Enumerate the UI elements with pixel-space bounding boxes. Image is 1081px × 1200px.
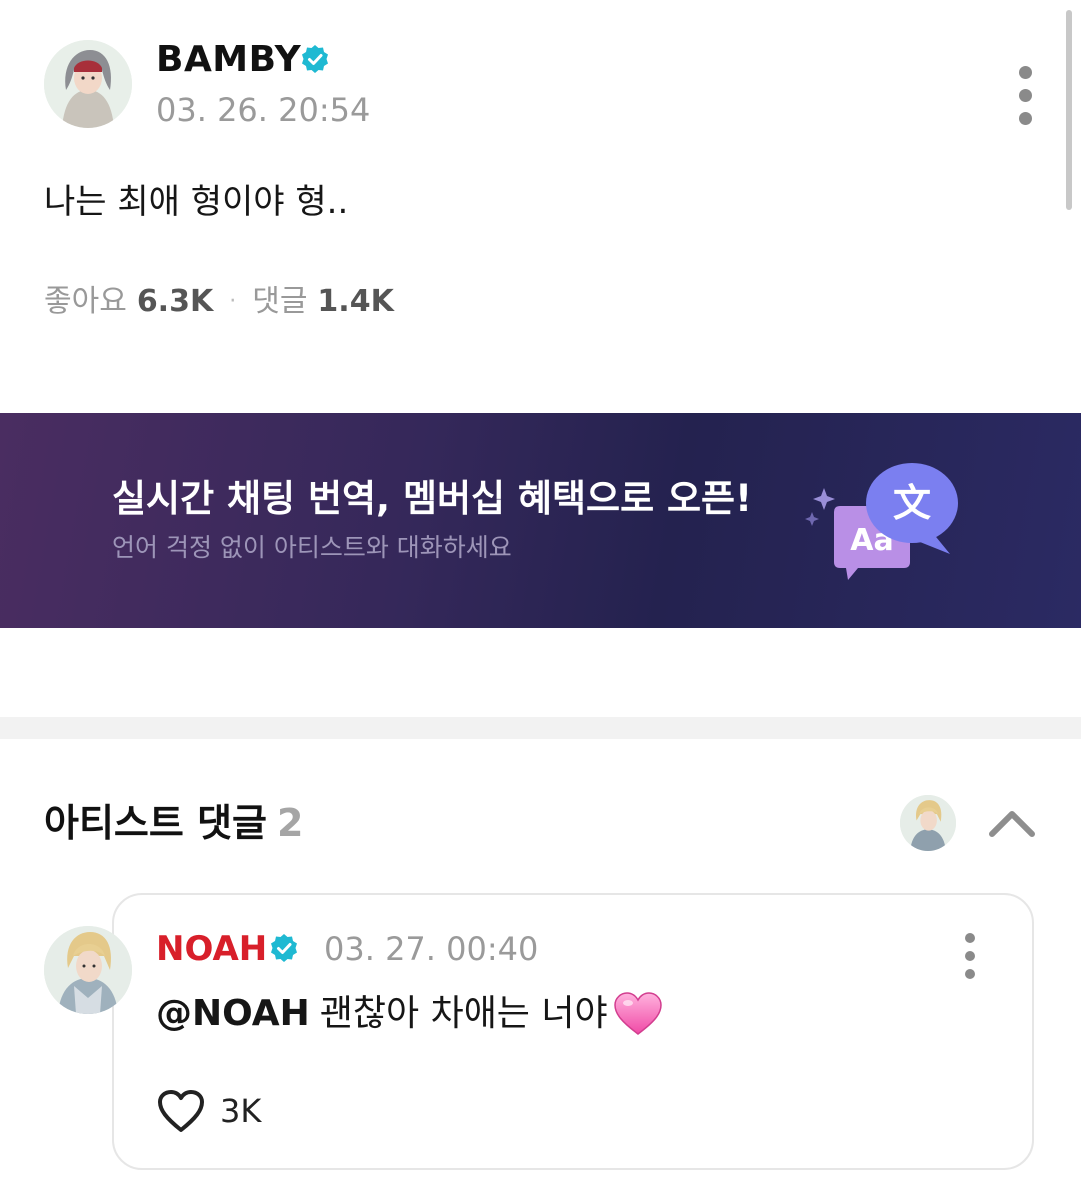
commenter-name[interactable]: NOAH	[156, 928, 267, 970]
more-vertical-icon[interactable]	[1019, 66, 1032, 125]
scrollbar[interactable]	[1066, 10, 1072, 210]
verified-badge-icon	[271, 934, 297, 962]
post-body: 나는 최애 형이야 형..	[44, 182, 349, 222]
artist-comments-heading: 아티스트 댓글 2	[44, 798, 303, 848]
likes-count[interactable]: 6.3K	[137, 282, 213, 322]
commenter-avatar[interactable]	[44, 926, 132, 1014]
comments-label: 댓글	[252, 284, 308, 319]
comment-more-vertical-icon[interactable]	[965, 933, 975, 979]
banner-title: 실시간 채팅 번역, 멤버십 혜택으로 오픈!	[112, 477, 752, 520]
post-stats: 좋아요 6.3K · 댓글 1.4K	[44, 282, 394, 322]
author-name[interactable]: BAMBY	[156, 40, 301, 80]
pink-heart-emoji	[613, 992, 662, 1035]
comment-like-button[interactable]: 3K	[156, 1088, 261, 1134]
artist-comments-title: 아티스트 댓글	[44, 801, 267, 845]
comment-timestamp: 03. 27. 00:40	[324, 930, 539, 968]
comments-count[interactable]: 1.4K	[317, 282, 393, 322]
stats-separator: ·	[229, 289, 237, 314]
section-divider	[0, 717, 1081, 739]
membership-promo-banner[interactable]: 실시간 채팅 번역, 멤버십 혜택으로 오픈! 언어 걱정 없이 아티스트와 대…	[0, 413, 1081, 628]
chevron-up-icon[interactable]	[988, 800, 1036, 844]
artist-comments-count: 2	[277, 801, 304, 845]
translate-illustration-icon: Aa 文	[805, 463, 958, 580]
likes-label: 좋아요	[44, 284, 127, 319]
post-timestamp: 03. 26. 20:54	[156, 91, 371, 129]
banner-art-front-text: 文	[893, 481, 931, 525]
verified-badge-icon	[302, 45, 328, 73]
artist-avatar-small[interactable]	[900, 795, 956, 851]
author-avatar[interactable]	[44, 40, 132, 128]
heart-icon[interactable]	[156, 1088, 206, 1134]
comment-like-count: 3K	[220, 1092, 262, 1130]
comment-text: 괜찮아 차애는 너야	[319, 993, 608, 1034]
comment-body: @NOAH 괜찮아 차애는 너야	[156, 990, 664, 1038]
banner-subtitle: 언어 걱정 없이 아티스트와 대화하세요	[112, 533, 512, 562]
sparkle-icon	[805, 488, 835, 526]
comment-mention[interactable]: @NOAH	[156, 990, 310, 1038]
